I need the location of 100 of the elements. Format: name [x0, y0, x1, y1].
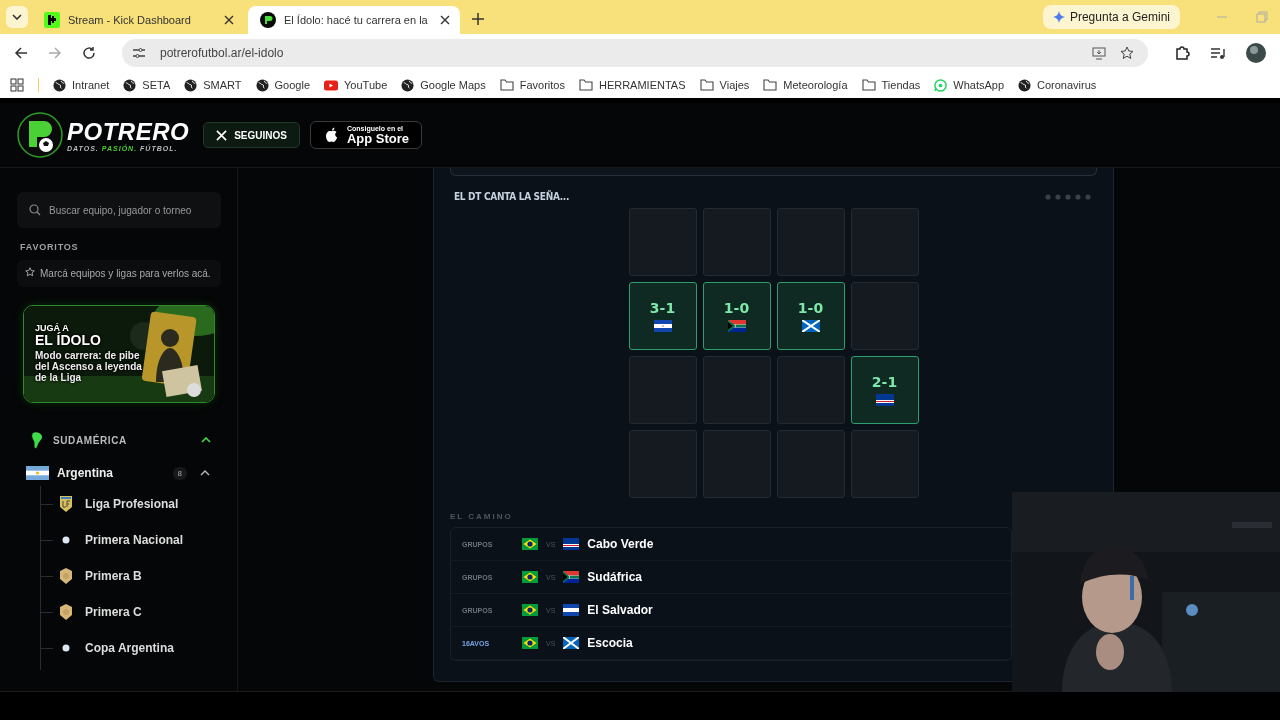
bookmark[interactable]: WhatsApp: [934, 78, 1004, 92]
continent-icon: [31, 431, 43, 449]
promo-card[interactable]: JUGÁ A EL ÍDOLO Modo carrera: de pibe del Ascenso a leyenda de la Liga: [23, 305, 215, 403]
bookmark[interactable]: Google: [255, 78, 311, 92]
opponent-name: El Salvador: [587, 603, 653, 617]
country-item[interactable]: Argentina 8: [17, 460, 221, 486]
empty-tile[interactable]: [628, 208, 697, 276]
chevron-icon[interactable]: [200, 470, 210, 476]
bookmark[interactable]: HERRAMIENTAS: [578, 79, 686, 91]
result-tile[interactable]: 3-1: [628, 282, 697, 350]
bookmark[interactable]: SETA: [123, 78, 171, 92]
flag-icon: [522, 637, 538, 649]
gemini-button[interactable]: Pregunta a Gemini: [1042, 5, 1180, 29]
bookmark[interactable]: SMART: [184, 78, 242, 92]
address-bar[interactable]: potrerofutbol.ar/el-idolo: [122, 39, 1148, 67]
install-app-icon[interactable]: [1092, 46, 1106, 60]
potrero-logo-icon[interactable]: [17, 112, 63, 158]
flag-icon: [801, 320, 820, 332]
league-item[interactable]: Primera B: [41, 558, 220, 594]
reload-icon[interactable]: [82, 46, 96, 60]
empty-tile[interactable]: [776, 430, 845, 498]
folder-icon: [699, 79, 714, 91]
flag-icon: [875, 394, 894, 406]
close-icon[interactable]: [440, 15, 450, 25]
empty-tile[interactable]: [850, 430, 919, 498]
sparkle-icon: [1052, 11, 1065, 23]
site-settings-icon[interactable]: [132, 46, 146, 60]
badge-icon: [59, 567, 73, 585]
result-tile[interactable]: 1-0: [702, 282, 771, 350]
flag-icon: [653, 320, 672, 332]
opponent-name: Sudáfrica: [587, 570, 643, 584]
empty-tile[interactable]: [776, 356, 845, 424]
pagination-dots: [1045, 193, 1093, 200]
browser-tab[interactable]: El Ídolo: hacé tu carrera en la: [248, 6, 460, 34]
globe-icon: [53, 78, 66, 92]
region-item[interactable]: SUDAMÉRICA: [17, 429, 221, 451]
k-logo-icon: [44, 12, 60, 28]
new-tab-icon[interactable]: [472, 13, 484, 25]
promo-title: EL ÍDOLO: [35, 333, 102, 347]
empty-tile[interactable]: [850, 282, 919, 350]
play-logo-icon: [324, 79, 339, 91]
close-icon[interactable]: [224, 15, 234, 25]
media-queue-icon[interactable]: [1210, 45, 1226, 61]
league-item[interactable]: Copa Argentina: [41, 630, 220, 666]
p-logo-icon: [260, 12, 276, 28]
result-tile[interactable]: 2-1: [850, 356, 919, 424]
globe-icon: [255, 78, 269, 92]
search-field[interactable]: Buscar equipo, jugador o torneo: [17, 192, 221, 228]
result-tile[interactable]: 1-0: [776, 282, 845, 350]
empty-tile[interactable]: [702, 430, 771, 498]
x-logo-icon: [216, 129, 228, 141]
tab-list-button[interactable]: [6, 6, 28, 28]
bookmark[interactable]: Coronavirus: [1018, 78, 1097, 92]
bookmark[interactable]: Tiendas: [861, 79, 921, 91]
chat-bubble-icon: [934, 78, 948, 92]
game-title: EL DT CANTA LA SEÑA...: [454, 191, 570, 202]
folder-icon: [763, 79, 778, 91]
empty-tile[interactable]: [702, 356, 771, 424]
url-text: potrerofutbol.ar/el-idolo: [160, 46, 284, 60]
badge-icon: [59, 603, 73, 621]
flag-icon: [26, 466, 49, 480]
browser-tab[interactable]: Stream - Kick Dashboard: [32, 6, 244, 34]
shield-icon: [59, 495, 73, 513]
apps-icon[interactable]: [10, 78, 24, 92]
logo-wordmark: POTRERO: [67, 118, 190, 145]
globe-icon: [401, 78, 415, 92]
dot-icon: [62, 536, 70, 544]
globe-icon: [184, 78, 198, 92]
empty-tile[interactable]: [702, 208, 771, 276]
empty-tile[interactable]: [628, 356, 697, 424]
bookmark[interactable]: Meteorología: [763, 79, 848, 91]
flag-icon: [563, 571, 580, 583]
empty-tile[interactable]: [628, 430, 697, 498]
chevron-icon[interactable]: [201, 437, 211, 443]
league-item[interactable]: Liga Profesional: [41, 486, 220, 522]
bookmark-star-icon[interactable]: [1120, 46, 1134, 60]
globe-icon: [1018, 78, 1031, 92]
forward-icon[interactable]: [48, 46, 62, 60]
flag-icon: [727, 320, 746, 332]
bookmark[interactable]: Favoritos: [499, 79, 565, 91]
opponent-name: Cabo Verde: [587, 537, 654, 551]
profile-avatar[interactable]: [1246, 43, 1266, 63]
globe-icon: [123, 78, 137, 92]
opponent-name: Escocia: [587, 636, 633, 650]
league-item[interactable]: Primera C: [41, 594, 220, 630]
flag-icon: [563, 637, 580, 649]
apple-icon: [325, 127, 339, 143]
bookmark[interactable]: Viajes: [699, 79, 750, 91]
bookmark[interactable]: Google Maps: [401, 78, 486, 92]
flag-icon: [563, 538, 580, 550]
empty-tile[interactable]: [850, 208, 919, 276]
star-icon: [25, 267, 35, 277]
empty-tile[interactable]: [776, 208, 845, 276]
puzzle-piece-icon[interactable]: [1174, 45, 1190, 61]
bookmark[interactable]: Intranet: [53, 78, 110, 92]
folder-icon: [578, 79, 593, 91]
bookmark[interactable]: YouTube: [324, 79, 388, 91]
back-icon[interactable]: [14, 46, 28, 60]
league-item[interactable]: Primera Nacional: [41, 522, 220, 558]
follow-x-button[interactable]: SEGUINOS: [203, 122, 300, 148]
